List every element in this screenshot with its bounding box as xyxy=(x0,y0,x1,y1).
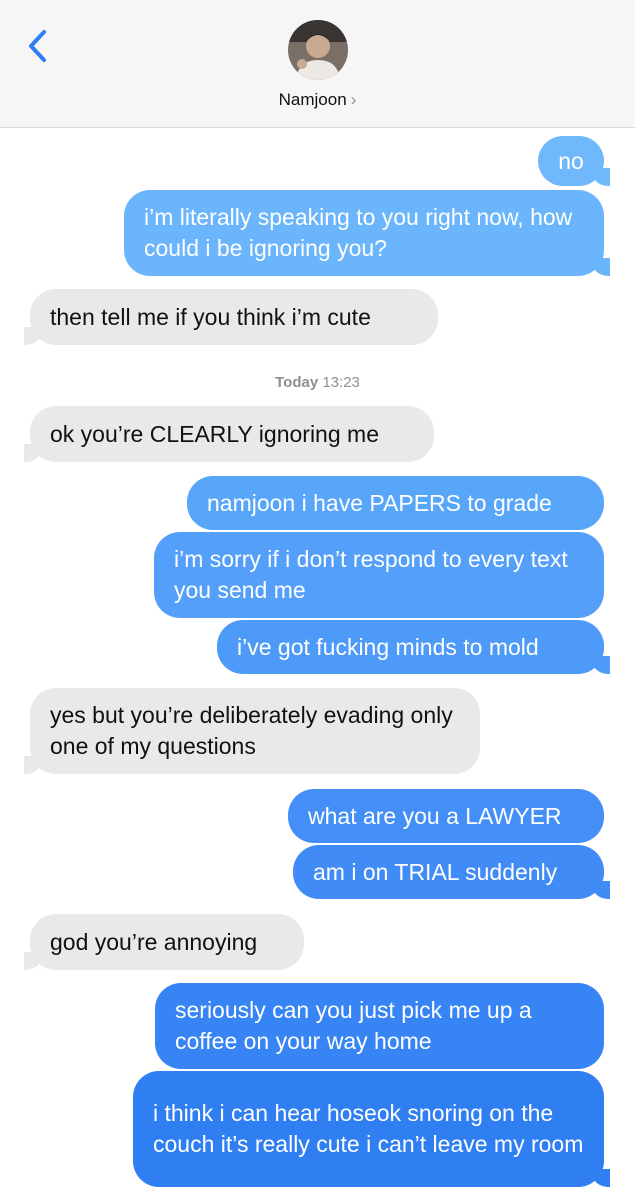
timestamp-day: Today xyxy=(275,374,319,391)
message-bubble-outgoing[interactable]: what are you a LAWYER xyxy=(288,789,604,843)
message-text: then tell me if you think i’m cute xyxy=(50,303,371,330)
chevron-left-icon xyxy=(29,30,46,62)
conversation-header: Namjoon › xyxy=(0,0,635,128)
message-bubble-incoming[interactable]: god you’re annoying xyxy=(24,914,304,970)
message-bubble-outgoing[interactable]: i think i can hear hoseok snoring on the… xyxy=(133,1071,610,1187)
avatar[interactable] xyxy=(288,20,348,80)
message-text: god you’re annoying xyxy=(50,928,258,955)
timestamp: Today 13:23 xyxy=(0,374,635,391)
message-text: seriously can you just pick me up a coff… xyxy=(175,997,532,1054)
message-text: i’m literally speaking to you right now,… xyxy=(144,204,573,261)
message-bubble-outgoing[interactable]: i’ve got fucking minds to mold xyxy=(217,620,610,674)
message-bubble-outgoing[interactable]: seriously can you just pick me up a coff… xyxy=(155,983,604,1069)
contact-name: Namjoon xyxy=(278,90,347,109)
message-text: no xyxy=(558,147,584,174)
message-text: i’ve got fucking minds to mold xyxy=(237,633,539,660)
contact-name-button[interactable]: Namjoon › xyxy=(0,90,635,110)
message-bubble-outgoing[interactable]: namjoon i have PAPERS to grade xyxy=(187,476,604,530)
message-bubble-outgoing[interactable]: am i on TRIAL suddenly xyxy=(293,845,610,899)
message-bubble-outgoing[interactable]: no xyxy=(538,136,610,186)
back-button[interactable] xyxy=(22,26,56,66)
message-bubble-incoming[interactable]: ok you’re CLEARLY ignoring me xyxy=(24,406,434,462)
timestamp-time: 13:23 xyxy=(322,374,360,391)
message-bubble-incoming[interactable]: then tell me if you think i’m cute xyxy=(24,289,438,345)
chevron-right-icon: › xyxy=(350,90,357,109)
message-bubble-incoming[interactable]: yes but you’re deliberately evading only… xyxy=(24,688,480,774)
message-bubble-outgoing[interactable]: i’m literally speaking to you right now,… xyxy=(124,190,610,276)
message-text: ok you’re CLEARLY ignoring me xyxy=(50,420,379,447)
message-thread: no i’m literally speaking to you right n… xyxy=(0,128,635,1200)
message-text: namjoon i have PAPERS to grade xyxy=(207,489,552,516)
message-text: i think i can hear hoseok snoring on the… xyxy=(153,1100,584,1157)
message-text: what are you a LAWYER xyxy=(308,802,562,829)
message-bubble-outgoing[interactable]: i’m sorry if i don’t respond to every te… xyxy=(154,532,604,618)
message-text: i’m sorry if i don’t respond to every te… xyxy=(174,546,568,603)
message-text: yes but you’re deliberately evading only… xyxy=(50,702,453,759)
message-text: am i on TRIAL suddenly xyxy=(313,858,558,885)
